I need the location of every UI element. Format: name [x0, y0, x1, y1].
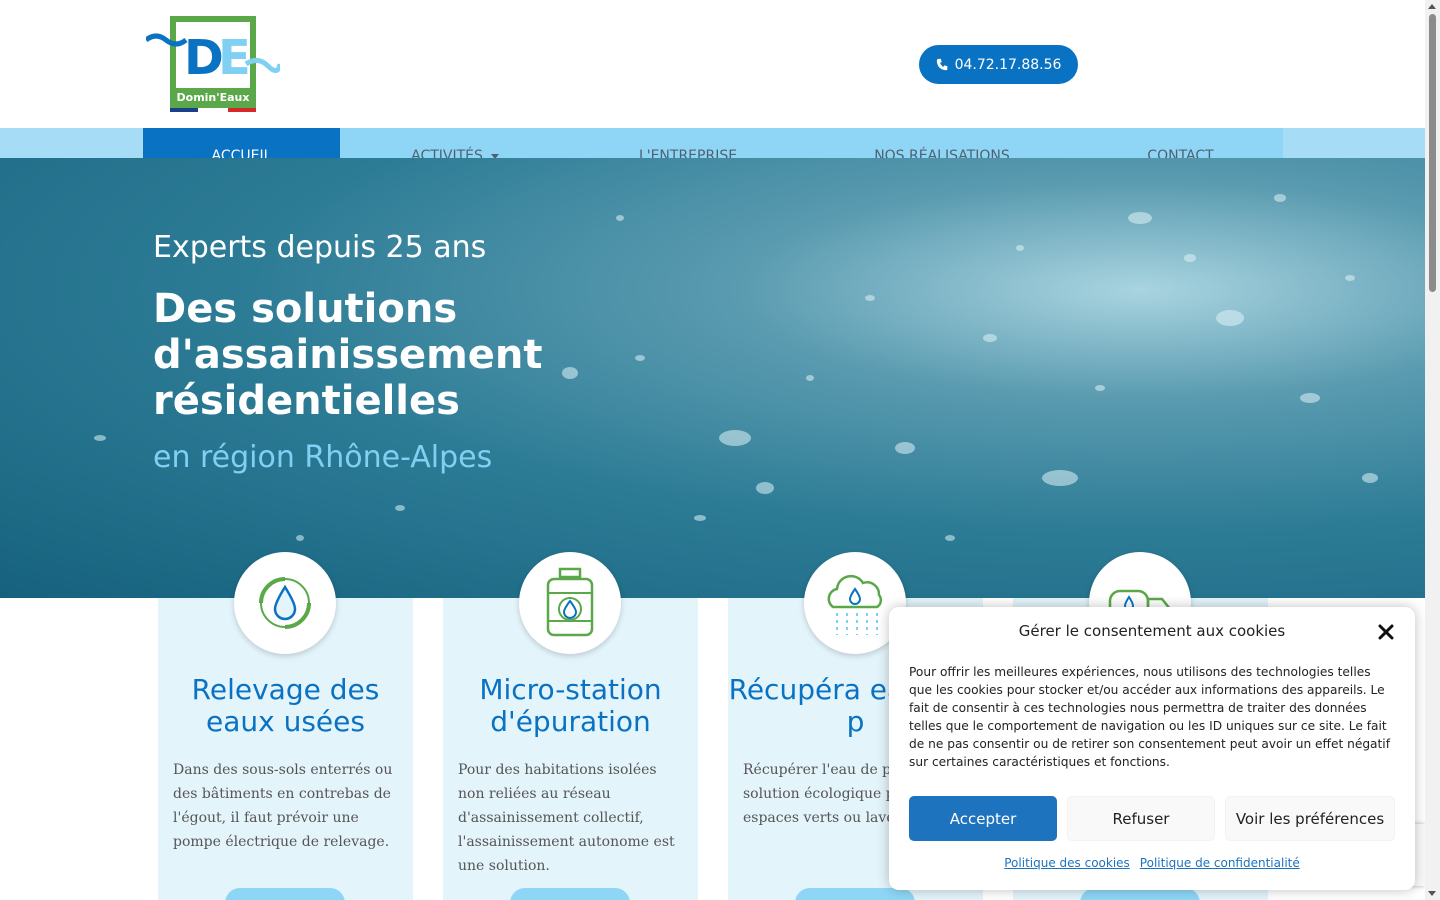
- water-recycle-icon: [234, 552, 336, 654]
- card-title: Micro-station d'épuration: [479, 673, 662, 738]
- hero-region: en région Rhône-Alpes: [153, 440, 493, 475]
- cookie-links: Politique des cookies Politique de confi…: [889, 856, 1415, 870]
- svg-text:Domin'Eaux: Domin'Eaux: [177, 91, 250, 104]
- svg-text:E: E: [218, 30, 251, 86]
- card-button[interactable]: [225, 888, 345, 900]
- site-header: D E Domin'Eaux 04.72.17.88.56: [0, 0, 1425, 128]
- tank-icon: [519, 552, 621, 654]
- preferences-button[interactable]: Voir les préférences: [1225, 796, 1395, 841]
- card-title: Relevage des eaux usées: [191, 673, 380, 738]
- accept-button[interactable]: Accepter: [909, 796, 1057, 841]
- refuse-button[interactable]: Refuser: [1067, 796, 1215, 841]
- hero-banner: Experts depuis 25 ans Des solutions d'as…: [0, 158, 1425, 598]
- hero-subtitle: Experts depuis 25 ans: [153, 230, 487, 265]
- privacy-policy-link[interactable]: Politique de confidentialité: [1140, 856, 1300, 870]
- close-icon[interactable]: [1377, 623, 1395, 641]
- scrollbar[interactable]: [1425, 0, 1440, 900]
- cookie-text: Pour offrir les meilleures expériences, …: [909, 665, 1390, 769]
- logo[interactable]: D E Domin'Eaux: [144, 14, 283, 114]
- cookie-title: Gérer le consentement aux cookies: [1018, 622, 1286, 640]
- scroll-up-arrow-icon[interactable]: [1428, 4, 1436, 9]
- phone-button[interactable]: 04.72.17.88.56: [919, 45, 1078, 84]
- hero-title: Des solutions d'assainissement résidenti…: [153, 286, 543, 424]
- card-text: Dans des sous-sols enterrés ou des bâtim…: [173, 762, 393, 850]
- cookie-policy-link[interactable]: Politique des cookies: [1004, 856, 1130, 870]
- phone-number: 04.72.17.88.56: [954, 56, 1062, 73]
- cookie-consent-modal: Gérer le consentement aux cookies Pour o…: [889, 607, 1415, 890]
- card-text: Pour des habitations isolées non reliées…: [458, 762, 675, 874]
- scroll-down-arrow-icon[interactable]: [1428, 891, 1436, 896]
- scroll-thumb[interactable]: [1429, 14, 1436, 292]
- phone-icon: [936, 58, 947, 71]
- card-button[interactable]: [510, 888, 630, 900]
